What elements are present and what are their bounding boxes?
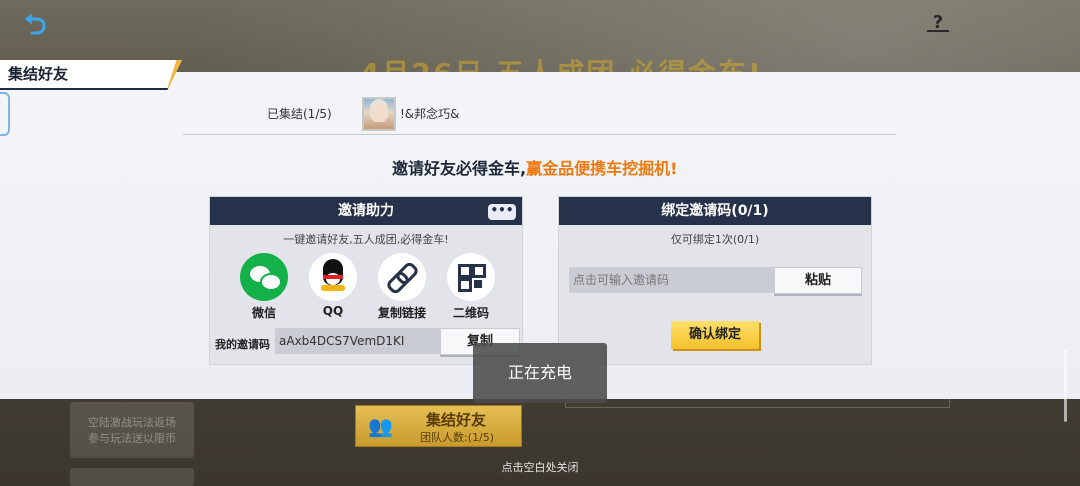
promo-headline-highlight: 赢金品便携车挖掘机! [526, 159, 678, 178]
qrcode-label: 二维码 [452, 306, 489, 320]
wechat-icon [240, 253, 288, 301]
background-event-card-title: 空陆激战玩法返场 [88, 416, 176, 429]
my-invite-code-value: aAxb4DCS7VemD1KI [275, 328, 440, 354]
promo-headline-main: 邀请好友必得金车, [392, 159, 527, 178]
team-people-icon: 👥 [368, 414, 393, 438]
assembled-count: 已集结(1/5) [267, 107, 332, 121]
my-invite-code-label: 我的邀请码 [215, 338, 270, 351]
charging-toast: 正在充电 [473, 343, 607, 403]
copy-link-label: 复制链接 [377, 306, 426, 320]
side-collapse-handle[interactable] [0, 92, 10, 136]
share-wechat-label: 微信 [251, 306, 276, 320]
paste-button[interactable]: 粘贴 [774, 267, 862, 294]
back-arrow-icon: ⮌ [24, 8, 47, 41]
copy-link-button[interactable]: 复制链接 [374, 253, 430, 321]
bind-card-title: 绑定邀请码(0/1) [559, 197, 871, 225]
bind-card-subtitle: 仅可绑定1次(0/1) [670, 233, 760, 246]
invite-card: 邀请助力 ••• 一键邀请好友,五人成团,必得金车! 微信 QQ 复制链接 二维… [209, 196, 523, 365]
qrcode-icon [447, 253, 495, 301]
confirm-bind-button[interactable]: 确认绑定 [671, 321, 759, 349]
scrollbar[interactable] [1064, 350, 1067, 422]
qq-icon [309, 253, 357, 301]
invite-card-subtitle: 一键邀请好友,五人成团,必得金车! [283, 233, 449, 246]
assemble-friends-title: 集结好友 [426, 411, 487, 429]
invite-code-input[interactable]: 点击可输入邀请码 [569, 267, 775, 293]
help-roof-decor [927, 30, 949, 40]
share-qq-button[interactable]: QQ [305, 253, 361, 318]
share-wechat-button[interactable]: 微信 [236, 253, 292, 321]
tap-blank-to-close-hint[interactable]: 点击空白处关闭 [0, 459, 1080, 475]
player-avatar[interactable] [362, 97, 396, 131]
help-button[interactable]: ? [926, 12, 950, 40]
link-icon [378, 253, 426, 301]
qrcode-button[interactable]: 二维码 [443, 253, 499, 321]
back-button[interactable]: ⮌ [24, 10, 64, 40]
assemble-friends-button[interactable]: 👥 集结好友 团队人数:(1/5) [355, 405, 522, 447]
invite-card-title: 邀请助力 [210, 197, 522, 225]
share-qq-label: QQ [322, 304, 344, 318]
more-options-button[interactable]: ••• [488, 204, 516, 220]
background-event-card-subtitle: 参与玩法送以限币 [88, 432, 176, 445]
player-name: !&邦念巧& [400, 107, 460, 121]
team-member-count: 团队人数:(1/5) [420, 431, 494, 444]
promo-headline: 邀请好友必得金车,赢金品便携车挖掘机! [392, 155, 677, 179]
bind-code-card: 绑定邀请码(0/1) 仅可绑定1次(0/1) 点击可输入邀请码 粘贴 确认绑定 [558, 196, 872, 365]
background-event-card: 空陆激战玩法返场 参与玩法送以限币 [70, 402, 194, 458]
divider [183, 134, 896, 135]
dialog-title: 集结好友 [8, 65, 69, 83]
